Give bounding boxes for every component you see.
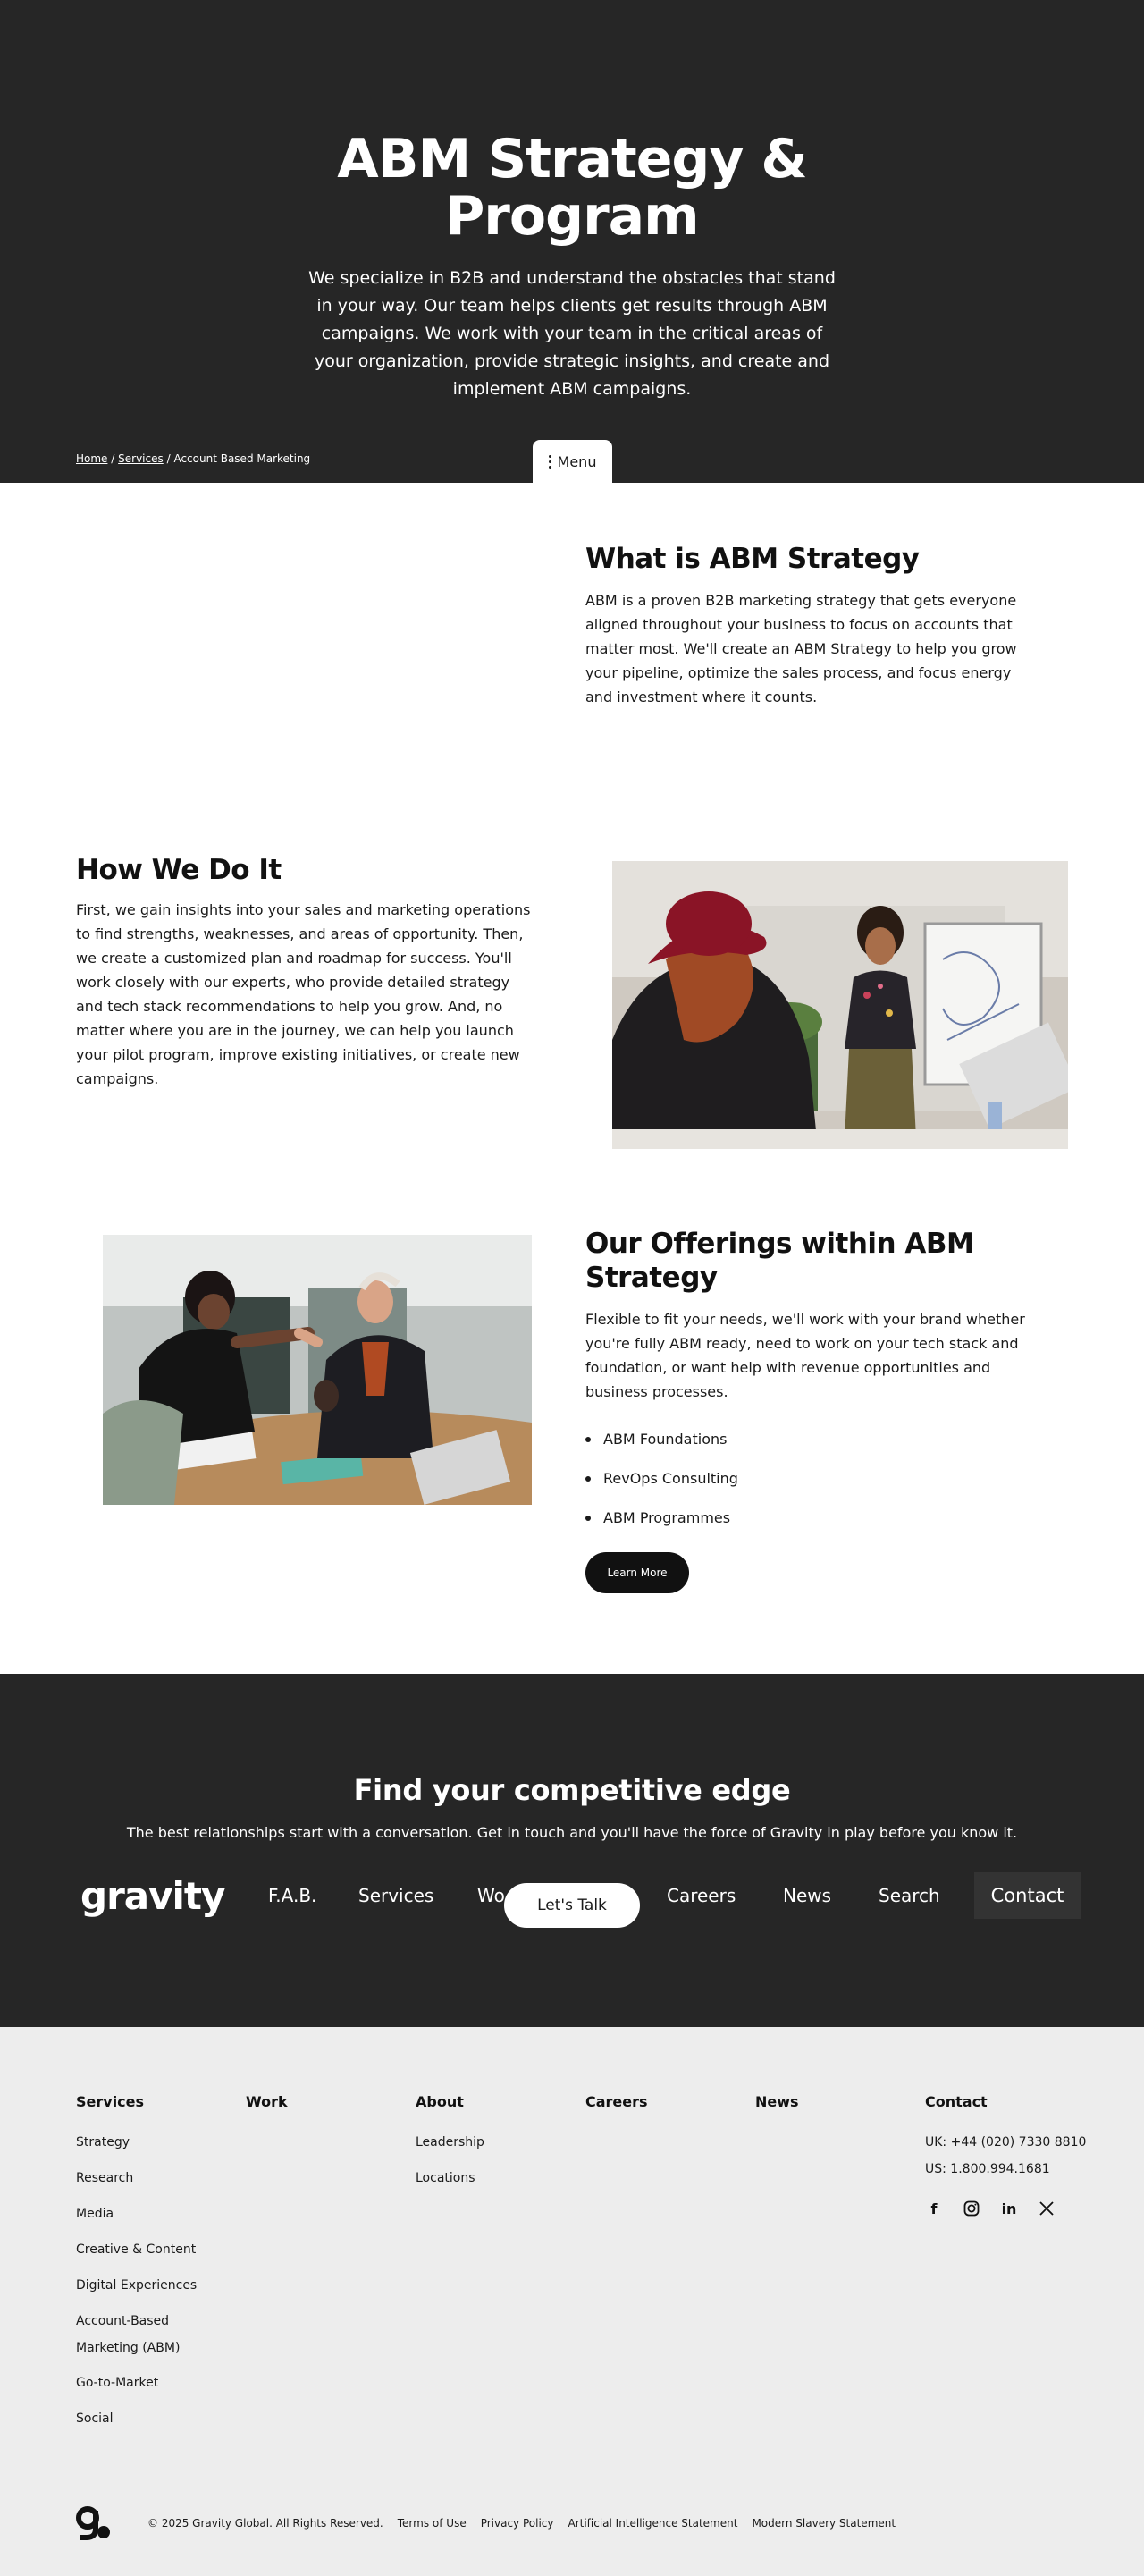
footer-heading-services[interactable]: Services: [76, 2093, 210, 2110]
footer-contact-column: Contact UK: +44 (020) 7330 8810 US: 1.80…: [925, 2093, 1086, 2217]
terms-link[interactable]: Terms of Use: [398, 2517, 467, 2530]
cta-title: Find your competitive edge: [353, 1773, 791, 1807]
footer-heading-about[interactable]: About: [416, 2093, 484, 2110]
footer-link[interactable]: Strategy: [76, 2133, 210, 2151]
footer-link[interactable]: Creative & Content: [76, 2241, 210, 2259]
footer-link[interactable]: Leadership: [416, 2133, 484, 2151]
copyright-text: © 2025 Gravity Global. All Rights Reserv…: [147, 2517, 383, 2530]
phone-us[interactable]: US: 1.800.994.1681: [925, 2160, 1086, 2178]
nav-item-search[interactable]: Search: [879, 1872, 940, 1919]
instagram-icon[interactable]: [963, 2200, 980, 2217]
offerings-title: Our Offerings within ABM Strategy: [585, 1228, 974, 1294]
footer-news-column: News: [755, 2093, 799, 2133]
footer-bottom-bar: © 2025 Gravity Global. All Rights Reserv…: [76, 2505, 910, 2541]
menu-label: Menu: [557, 452, 597, 470]
phone-uk[interactable]: UK: +44 (020) 7330 8810: [925, 2133, 1086, 2151]
nav-item-fab[interactable]: F.A.B.: [268, 1872, 316, 1919]
meeting-whiteboard-photo: [612, 861, 1068, 1149]
gravity-logo[interactable]: gravity: [80, 1874, 225, 1919]
footer-heading-work[interactable]: Work: [246, 2093, 288, 2110]
footer-link[interactable]: Digital Experiences: [76, 2276, 210, 2294]
list-item: ABM Programmes: [585, 1509, 1041, 1527]
x-icon[interactable]: [1038, 2200, 1056, 2217]
how-section: How We Do It First, we gain insights int…: [76, 853, 532, 1091]
footer-link[interactable]: Research: [76, 2169, 210, 2187]
how-title: How We Do It: [76, 854, 282, 886]
social-links: f in: [925, 2200, 1086, 2217]
privacy-link[interactable]: Privacy Policy: [481, 2517, 554, 2530]
breadcrumb: Home / Services / Account Based Marketin…: [76, 452, 310, 465]
lets-talk-button[interactable]: Let's Talk: [504, 1883, 640, 1928]
learn-more-button[interactable]: Learn More: [585, 1552, 689, 1593]
nav-item-news[interactable]: News: [783, 1872, 831, 1919]
footer-link[interactable]: Locations: [416, 2169, 484, 2187]
linkedin-icon[interactable]: in: [1000, 2200, 1018, 2217]
vertical-dots-icon: [548, 454, 551, 469]
team-highfive-photo: [103, 1235, 532, 1505]
offerings-section: Our Offerings within ABM Strategy Flexib…: [585, 1227, 1041, 1549]
footer-services-column: Services Strategy Research Media Creativ…: [76, 2093, 210, 2445]
how-text: First, we gain insights into your sales …: [76, 901, 531, 1087]
nav-item-services[interactable]: Services: [358, 1872, 433, 1919]
footer-work-column: Work: [246, 2093, 288, 2133]
nav-contact-button[interactable]: Contact: [974, 1872, 1081, 1919]
footer-careers-column: Careers: [585, 2093, 648, 2133]
offerings-list: ABM Foundations RevOps Consulting ABM Pr…: [585, 1431, 1041, 1527]
menu-button[interactable]: Menu: [533, 440, 612, 483]
what-text: ABM is a proven B2B marketing strategy t…: [585, 592, 1017, 705]
facebook-icon[interactable]: f: [925, 2200, 943, 2217]
hero-section: ABM Strategy & Program We specialize in …: [0, 0, 1144, 483]
ai-statement-link[interactable]: Artificial Intelligence Statement: [568, 2517, 737, 2530]
breadcrumb-current: Account Based Marketing: [173, 452, 311, 465]
breadcrumb-services-link[interactable]: Services: [118, 452, 164, 465]
gravity-mark-icon[interactable]: [76, 2505, 112, 2541]
hero-description: We specialize in B2B and understand the …: [308, 268, 836, 399]
footer-link[interactable]: Social: [76, 2410, 210, 2428]
list-item: RevOps Consulting: [585, 1470, 1041, 1488]
modern-slavery-link[interactable]: Modern Slavery Statement: [752, 2517, 896, 2530]
what-title: What is ABM Strategy: [585, 543, 920, 575]
cta-section: Find your competitive edge The best rela…: [0, 1674, 1144, 2027]
offerings-text: Flexible to fit your needs, we'll work w…: [585, 1311, 1025, 1400]
breadcrumb-home-link[interactable]: Home: [76, 452, 107, 465]
footer-link[interactable]: Media: [76, 2205, 210, 2223]
cta-text: The best relationships start with a conv…: [126, 1824, 1018, 1841]
nav-item-work[interactable]: Wo: [477, 1872, 505, 1919]
site-footer: Services Strategy Research Media Creativ…: [0, 2027, 1144, 2576]
list-item: ABM Foundations: [585, 1431, 1041, 1448]
what-is-section: What is ABM Strategy ABM is a proven B2B…: [585, 542, 1041, 709]
footer-about-column: About Leadership Locations: [416, 2093, 484, 2205]
footer-heading-careers[interactable]: Careers: [585, 2093, 648, 2110]
footer-link[interactable]: Go-to-Market: [76, 2374, 210, 2392]
page-title: ABM Strategy & Program: [337, 128, 807, 248]
footer-link[interactable]: Account-Based Marketing (ABM): [76, 2308, 210, 2361]
nav-item-careers[interactable]: Careers: [667, 1872, 736, 1919]
breadcrumb-separator: /: [166, 452, 171, 465]
footer-heading-contact[interactable]: Contact: [925, 2093, 1086, 2110]
footer-heading-news[interactable]: News: [755, 2093, 799, 2110]
breadcrumb-separator: /: [111, 452, 115, 465]
